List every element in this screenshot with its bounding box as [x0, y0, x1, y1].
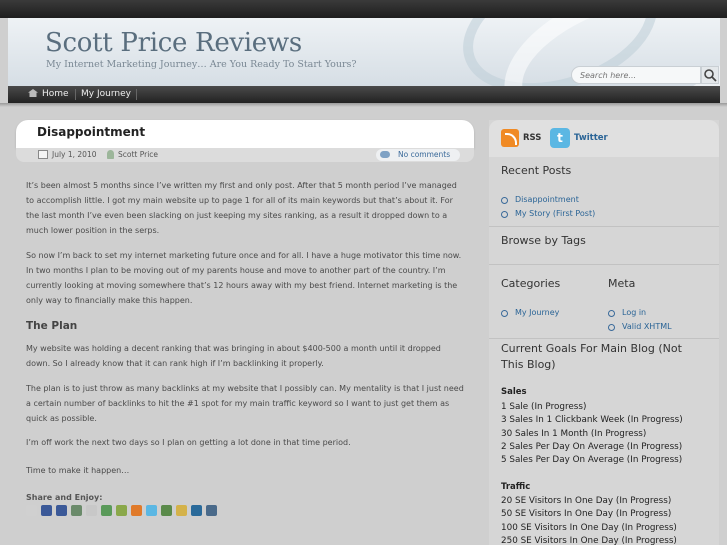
recent-post-link[interactable]: My Story (First Post) — [501, 207, 595, 221]
rss-link[interactable]: RSS — [523, 133, 541, 143]
post-paragraph: Time to make it happen… — [26, 466, 130, 475]
search-form — [571, 66, 719, 84]
nav-home-label: Home — [42, 89, 69, 99]
facebook-icon[interactable] — [56, 505, 67, 516]
goal-item: 2 Sales Per Day On Average (In Progress) — [501, 441, 683, 452]
nav-divider — [136, 89, 137, 100]
comments-link[interactable]: No comments — [376, 149, 460, 161]
recent-posts-title: Recent Posts — [501, 164, 572, 177]
user-icon — [107, 150, 114, 159]
sales-goals: 1 Sale (In Progress) 3 Sales In 1 Clickb… — [501, 401, 683, 467]
traffic-goals: 20 SE Visitors In One Day (In Progress) … — [501, 495, 677, 545]
technorati-icon[interactable] — [161, 505, 172, 516]
rss-icon[interactable] — [501, 129, 519, 147]
section-heading: The Plan — [26, 320, 78, 332]
nav-home[interactable]: Home — [28, 86, 69, 103]
twitter-link[interactable]: Twitter — [574, 133, 608, 143]
post-paragraph: My website was holding a decent ranking … — [26, 344, 441, 368]
nav-my-journey[interactable]: My Journey — [81, 86, 131, 103]
favorites-icon[interactable] — [176, 505, 187, 516]
post-author: Scott Price — [118, 150, 159, 159]
calendar-icon — [38, 150, 48, 159]
post-title[interactable]: Disappointment — [37, 125, 145, 139]
recent-posts-list: Disappointment My Story (First Post) — [501, 193, 595, 221]
categories-title: Categories — [501, 277, 561, 290]
goal-item: 1 Sale (In Progress) — [501, 402, 587, 412]
feeds-box: RSS t Twitter — [489, 120, 719, 157]
email-icon[interactable] — [26, 505, 37, 516]
meta-title: Meta — [608, 277, 636, 290]
goal-item: 30 Sales In 1 Month (In Progress) — [501, 428, 647, 439]
site-header: Scott Price Reviews My Internet Marketin… — [8, 18, 720, 86]
site-tagline: My Internet Marketing Journey… Are You R… — [46, 59, 357, 70]
browse-tags-title: Browse by Tags — [501, 234, 586, 247]
meta-list: Log in Valid XHTML — [608, 306, 672, 334]
post-header: Disappointment — [16, 120, 474, 148]
widget-divider — [489, 264, 719, 265]
site-title[interactable]: Scott Price Reviews — [45, 28, 302, 58]
sidebar: RSS t Twitter Recent Posts Disappointmen… — [489, 120, 719, 545]
goals-title: Current Goals For Main Blog (Not This Bl… — [501, 342, 682, 371]
post-paragraph: So now I’m back to set my internet marke… — [26, 251, 462, 305]
widget-divider — [489, 338, 719, 339]
post-paragraph: I’m off work the next two days so I plan… — [26, 438, 351, 447]
top-bar — [0, 0, 727, 18]
recent-post-link[interactable]: Disappointment — [501, 193, 595, 207]
post-date: July 1, 2010 — [52, 150, 97, 159]
search-icon — [704, 69, 717, 82]
myspace-icon[interactable] — [206, 505, 217, 516]
comments-count: No comments — [398, 150, 451, 159]
categories-list: My Journey — [501, 306, 559, 320]
digg-icon[interactable] — [71, 505, 82, 516]
share-label: Share and Enjoy: — [26, 493, 103, 502]
goal-item: 250 SE Visitors In One Day (In Progress) — [501, 535, 677, 545]
comment-icon — [380, 151, 390, 158]
goal-item: 5 Sales Per Day On Average (In Progress) — [501, 455, 683, 466]
nav-divider — [75, 89, 76, 100]
twitter-icon[interactable] — [146, 505, 157, 516]
twitter-icon[interactable]: t — [550, 128, 570, 148]
valid-xhtml-link[interactable]: Valid XHTML — [608, 320, 672, 334]
stumbleupon-icon[interactable] — [101, 505, 112, 516]
share-icons — [26, 505, 221, 517]
home-icon — [28, 89, 38, 97]
linkedin-icon[interactable] — [191, 505, 202, 516]
category-link[interactable]: My Journey — [501, 306, 559, 320]
goal-item: 100 SE Visitors In One Day (In Progress) — [501, 522, 677, 533]
sales-heading: Sales — [501, 387, 527, 397]
search-input[interactable] — [571, 66, 701, 84]
widget-divider — [489, 226, 719, 227]
goal-item: 20 SE Visitors In One Day (In Progress) — [501, 496, 672, 506]
main-nav: Home My Journey — [8, 86, 720, 103]
reddit-icon[interactable] — [86, 505, 97, 516]
traffic-heading: Traffic — [501, 482, 531, 492]
post-meta: July 1, 2010 Scott Price No comments — [16, 148, 474, 162]
google-icon[interactable] — [116, 505, 127, 516]
goal-item: 50 SE Visitors In One Day (In Progress) — [501, 509, 672, 520]
blogger-icon[interactable] — [131, 505, 142, 516]
post-paragraph: The plan is to just throw as many backli… — [26, 384, 464, 423]
delicious-icon[interactable] — [41, 505, 52, 516]
search-button[interactable] — [701, 66, 719, 84]
login-link[interactable]: Log in — [608, 306, 672, 320]
goal-item: 3 Sales In 1 Clickbank Week (In Progress… — [501, 415, 683, 426]
nav-shadow — [0, 103, 727, 107]
post-paragraph: It’s been almost 5 months since I’ve wri… — [26, 181, 457, 235]
